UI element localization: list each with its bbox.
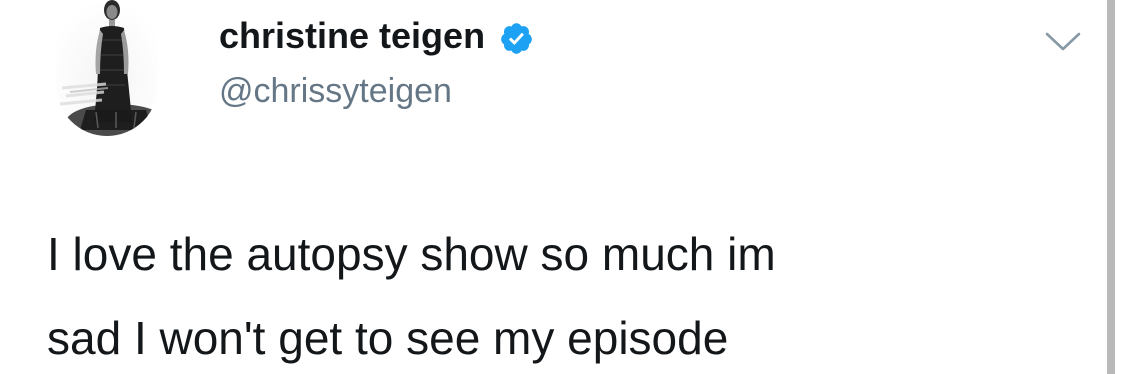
name-row: christine teigen: [219, 14, 534, 58]
chevron-down-icon[interactable]: [1043, 30, 1083, 54]
display-name[interactable]: christine teigen: [219, 15, 485, 57]
tweet-card: christine teigen @chrissyteigen I love t…: [0, 0, 1125, 374]
tweet-header: christine teigen @chrissyteigen: [219, 14, 919, 114]
tweet-text-line-2: sad I won't get to see my episode: [47, 312, 729, 364]
verified-badge-icon: [499, 21, 534, 56]
scrollbar[interactable]: [1107, 0, 1115, 374]
avatar[interactable]: [56, 0, 158, 136]
user-handle[interactable]: @chrissyteigen: [219, 72, 452, 111]
tweet-text: I love the autopsy show so much im sad I …: [47, 212, 1077, 374]
profile-photo-icon: [56, 0, 158, 136]
tweet-text-line-1: I love the autopsy show so much im: [47, 228, 776, 280]
